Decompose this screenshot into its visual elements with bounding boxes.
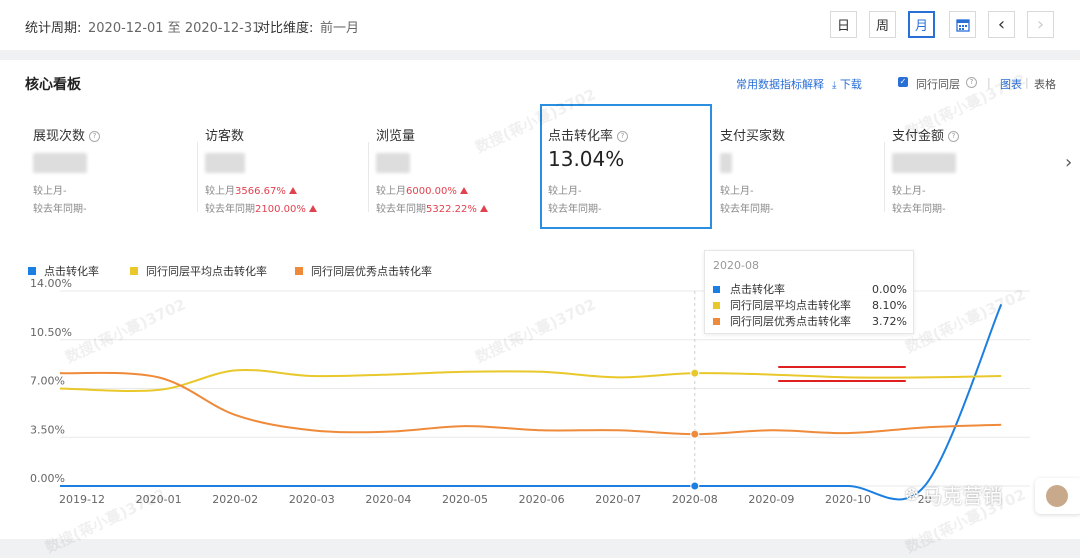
metric-title: 展现次数? [33, 125, 101, 144]
legend-swatch [130, 267, 138, 275]
metric-yoy: 较去年同期- [892, 204, 946, 215]
top-bar: 统计周期: 2020-12-01 至 2020-12-31 对比维度: 前一月 … [0, 0, 1080, 50]
tooltip-row: 点击转化率 0.00% [713, 281, 907, 297]
metric-title: 支付买家数 [720, 129, 786, 144]
peer-checkbox-label: 同行同层 [916, 78, 960, 91]
metric-mom: 较上月- [33, 186, 67, 197]
metric-title: 浏览量 [376, 129, 416, 144]
metric-mom: 较上月- [548, 186, 582, 197]
metric-yoy: 较去年同期- [720, 204, 774, 215]
metric-click-conversion[interactable]: 点击转化率? 13.04% 较上月- 较去年同期- [540, 105, 700, 225]
legend-item-series1[interactable]: 点击转化率 [28, 263, 99, 279]
metric-yoy: 较去年同期- [548, 204, 602, 215]
metric-value-blurred [376, 153, 410, 173]
calendar-button[interactable] [949, 11, 976, 38]
month-button[interactable]: 月 [908, 11, 935, 38]
metric-yoy: 较去年同期- [33, 204, 87, 215]
metric-title: 点击转化率? [548, 125, 629, 144]
avatar [1046, 485, 1068, 507]
metric-value-blurred [33, 153, 87, 173]
help-icon: ? [89, 131, 101, 142]
red-underline-annotation [778, 366, 906, 368]
arrow-up-icon [308, 205, 317, 212]
arrow-up-icon [479, 205, 488, 212]
week-button[interactable]: 周 [869, 11, 896, 38]
arrow-up-icon [459, 187, 468, 194]
next-period-button[interactable]: › [1027, 11, 1054, 38]
metric-mom: 较上月- [892, 186, 926, 197]
red-underline-annotation [778, 380, 906, 382]
metric-mom: 较上月3566.67% [205, 182, 297, 197]
metric-explain-link[interactable]: 常用数据指标解释 [736, 76, 824, 92]
help-icon: ? [617, 131, 629, 142]
download-link[interactable]: ⤓ 下载 [832, 76, 862, 92]
arrow-up-icon [288, 187, 297, 194]
chevron-left-icon: ‹ [997, 14, 1006, 35]
tooltip-row: 同行同层平均点击转化率 8.10% [713, 297, 907, 313]
chart-tooltip: 2020-08 点击转化率 0.00% 同行同层平均点击转化率 8.10% 同行同层… [704, 250, 914, 334]
peer-checkbox[interactable]: ✓ [898, 77, 908, 87]
metric-mom: 较上月6000.00% [376, 182, 468, 197]
compare-value: 前一月 [320, 21, 360, 36]
panel-title: 核心看板 [25, 77, 81, 93]
tooltip-title: 2020-08 [713, 259, 759, 272]
legend-item-series3[interactable]: 同行同层优秀点击转化率 [295, 263, 432, 279]
metrics-next-arrow[interactable]: › [1065, 152, 1072, 173]
metric-yoy: 较去年同期2100.00% [205, 200, 317, 215]
prev-period-button[interactable]: ‹ [988, 11, 1015, 38]
period-label: 统计周期: [25, 21, 82, 36]
legend-swatch [28, 267, 36, 275]
legend-item-series2[interactable]: 同行同层平均点击转化率 [130, 263, 267, 279]
brand-logo: ❂ 马克营销 [905, 484, 1003, 508]
metric-impressions[interactable]: 展现次数? 较上月- 较去年同期- [25, 105, 185, 225]
help-icon: ? [948, 131, 960, 142]
metric-value-blurred [720, 153, 732, 173]
legend-swatch [295, 267, 303, 275]
view-table-tab[interactable]: 表格 [1034, 76, 1056, 92]
metric-value: 13.04% [548, 147, 625, 171]
metric-value-blurred [892, 153, 956, 173]
help-icon: ? [966, 77, 977, 88]
day-button[interactable]: 日 [830, 11, 857, 38]
metric-mom: 较上月- [720, 186, 754, 197]
period-value: 2020-12-01 至 2020-12-31 [88, 21, 261, 36]
metric-visitors[interactable]: 访客数 较上月3566.67% 较去年同期2100.00% [197, 105, 357, 225]
compare-label: 对比维度: [257, 21, 314, 36]
metric-value-blurred [205, 153, 245, 173]
chevron-right-icon: › [1036, 14, 1045, 35]
calendar-icon [955, 18, 970, 32]
metric-paying-buyers[interactable]: 支付买家数 较上月- 较去年同期- [712, 105, 872, 225]
download-icon: ⤓ [832, 80, 837, 91]
tooltip-row: 同行同层优秀点击转化率 3.72% [713, 313, 907, 329]
wechat-icon: ❂ [905, 485, 919, 504]
download-label: 下载 [839, 78, 862, 91]
metric-title: 访客数 [205, 129, 245, 144]
metric-yoy: 较去年同期5322.22% [376, 200, 488, 215]
